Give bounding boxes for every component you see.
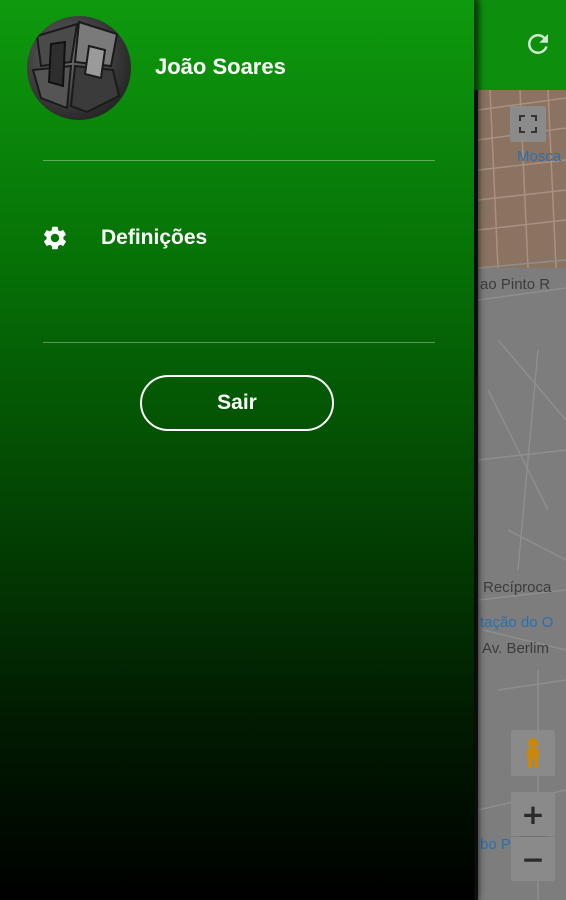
- map-label-station[interactable]: tação do O: [480, 614, 553, 631]
- map-label-reciprocal: Recíproca: [483, 579, 552, 596]
- zoom-out-button[interactable]: −: [511, 837, 555, 881]
- refresh-icon: [528, 33, 548, 54]
- map-streets: [478, 90, 566, 900]
- zoom-in-button[interactable]: +: [511, 792, 555, 836]
- menu-item-label: Definições: [101, 226, 208, 249]
- pegman-icon: [527, 738, 539, 768]
- menu-item-settings[interactable]: Definições: [40, 216, 340, 260]
- fullscreen-icon: [519, 115, 537, 133]
- navigation-drawer: João Soares Definições Sair: [0, 0, 474, 900]
- drawer-shadow: [474, 0, 482, 900]
- map-label-street: ao Pinto R: [480, 276, 551, 293]
- logout-button[interactable]: Sair: [140, 375, 334, 431]
- fullscreen-button[interactable]: [510, 106, 546, 142]
- gear-icon: [40, 223, 70, 253]
- screen: Mosca ao Pinto R Recíproca tação do O Av…: [0, 0, 566, 900]
- map-view[interactable]: Mosca ao Pinto R Recíproca tação do O Av…: [478, 90, 566, 900]
- divider: [43, 342, 435, 343]
- user-name: João Soares: [155, 54, 286, 79]
- map-label-place[interactable]: bo P: [480, 836, 511, 853]
- avatar[interactable]: [27, 16, 131, 120]
- map-label-city[interactable]: Mosca: [517, 148, 561, 165]
- avatar-image: [31, 20, 121, 114]
- street-view-button[interactable]: [511, 730, 555, 776]
- divider: [43, 160, 435, 161]
- refresh-button[interactable]: [522, 26, 554, 62]
- map-label-avenue: Av. Berlim: [482, 640, 549, 657]
